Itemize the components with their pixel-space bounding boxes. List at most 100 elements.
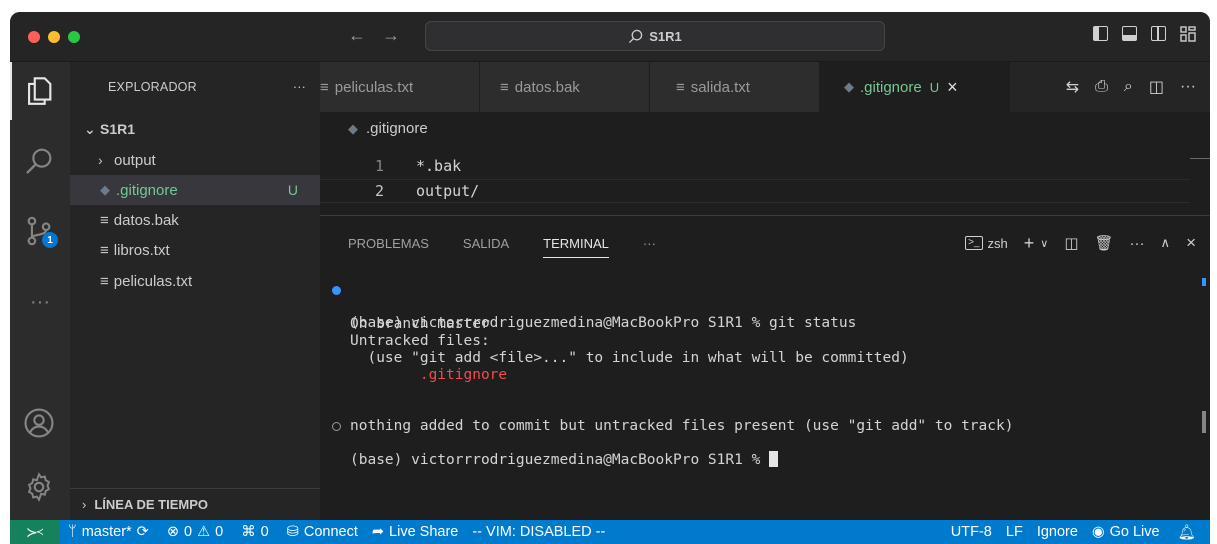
problems-indicator[interactable]: ⊗ 0 ⚠ 0 (167, 524, 223, 540)
breadcrumb-file[interactable]: .gitignore (366, 120, 428, 137)
close-tab-button[interactable]: × (947, 77, 958, 98)
panel-more-tabs[interactable]: ··· (643, 236, 656, 251)
git-file-icon: ◆ (844, 79, 854, 94)
broadcast-icon: ◉ (1091, 524, 1105, 540)
vscode-window: ← → S1R1 1 ··· EXPLORADOR ··· ⌄ S1R1 › o… (10, 12, 1210, 544)
terminal-line[interactable]: (base) victorrrodriguezmedina@MacBookPro… (320, 419, 779, 468)
ports-indicator[interactable]: ⌘ 0 (241, 524, 269, 540)
language-mode-button[interactable]: Ignore (1037, 524, 1078, 540)
terminal-overview-marker (1202, 278, 1206, 286)
maximize-window-button[interactable] (68, 31, 80, 43)
title-bar: ← → S1R1 (10, 12, 1210, 62)
explorer-header: EXPLORADOR ··· (70, 62, 320, 112)
code-line-1[interactable]: 1 *.bak (320, 154, 461, 178)
file-lines-icon: ≡ (320, 78, 329, 96)
minimize-window-button[interactable] (48, 31, 60, 43)
open-changes-icon[interactable]: ⇆ (1066, 77, 1079, 97)
tab-label: peliculas.txt (334, 78, 414, 96)
gear-icon[interactable] (22, 470, 58, 506)
tree-item-datos-bak[interactable]: ≡ datos.bak (70, 205, 320, 235)
terminal-text: (use "git add <file>..." to include in w… (350, 350, 909, 366)
notifications-bell-icon[interactable]: 🔔︎ (1178, 524, 1196, 541)
explorer-icon[interactable] (22, 74, 58, 110)
terminal-cursor (769, 451, 779, 467)
tree-root-folder[interactable]: ⌄ S1R1 (70, 114, 320, 144)
panel-more-icon[interactable]: ··· (1130, 235, 1145, 252)
chevron-down-icon[interactable]: ∨ (1040, 237, 1048, 250)
command-success-dot-icon (332, 286, 341, 295)
toggle-secondary-sidebar-icon[interactable] (1151, 26, 1166, 41)
layout-controls (1093, 26, 1196, 42)
ports-count: 0 (260, 524, 269, 540)
explorer-more-button[interactable]: ··· (293, 80, 306, 94)
search-icon[interactable] (22, 144, 58, 180)
tree-item-output[interactable]: › output (70, 145, 320, 175)
chevron-down-icon: ⌄ (84, 120, 96, 137)
eol-label: LF (1005, 524, 1023, 540)
tree-item-gitignore[interactable]: ◆ .gitignore U (70, 175, 320, 205)
line-text: *.bak (416, 157, 462, 175)
terminal-text: .gitignore (350, 367, 508, 383)
new-terminal-icon[interactable]: + (1024, 233, 1035, 254)
tab-salida-txt[interactable]: ≡ salida.txt (650, 62, 820, 112)
tab-gitignore[interactable]: ◆ .gitignore U × (820, 62, 1010, 112)
minimap[interactable] (1190, 158, 1210, 159)
tab-datos-bak[interactable]: ≡ datos.bak (480, 62, 650, 112)
split-terminal-icon[interactable]: ◫ (1064, 234, 1078, 252)
terminal-scrollbar[interactable] (1202, 411, 1206, 433)
tab-label: salida.txt (690, 78, 750, 96)
toggle-primary-sidebar-icon[interactable] (1093, 26, 1108, 41)
encoding-button[interactable]: UTF-8 (951, 524, 992, 540)
tree-item-label: datos.bak (113, 211, 179, 229)
go-live-button[interactable]: ◉ Go Live (1092, 524, 1160, 540)
close-window-button[interactable] (28, 31, 40, 43)
tab-peliculas-txt[interactable]: ≡ peliculas.txt (320, 62, 480, 112)
command-center-search[interactable]: S1R1 (425, 21, 885, 51)
eol-button[interactable]: LF (1006, 524, 1023, 540)
tab-problemas[interactable]: PROBLEMAS (348, 236, 429, 251)
timeline-section-header[interactable]: › LÍNEA DE TIEMPO (70, 488, 320, 520)
tree-item-libros-txt[interactable]: ≡ libros.txt (70, 235, 320, 265)
close-panel-icon[interactable]: × (1186, 233, 1196, 253)
tree-item-peliculas-txt[interactable]: ≡ peliculas.txt (70, 266, 320, 296)
remote-indicator-icon[interactable]: ≻ ≺ (10, 520, 60, 544)
back-arrow-icon[interactable]: ← (348, 25, 366, 46)
error-count: 0 (183, 524, 193, 540)
tab-label: datos.bak (514, 78, 580, 96)
terminal-line: On branch master (320, 300, 490, 332)
live-share-button[interactable]: ➦ Live Share (372, 524, 458, 540)
forward-arrow-icon[interactable]: → (382, 25, 400, 46)
terminal-text: nothing added to commit but untracked fi… (350, 418, 1014, 434)
source-control-icon[interactable]: 1 (22, 214, 58, 250)
tab-terminal[interactable]: TERMINAL (543, 236, 609, 258)
vim-label: -- VIM: DISABLED -- (472, 524, 606, 540)
file-lines-icon: ≡ (100, 211, 109, 229)
print-icon[interactable]: ⎙ (1095, 78, 1108, 96)
sync-icon: ⟳ (136, 524, 149, 540)
shell-name: zsh (987, 235, 1008, 251)
trash-icon[interactable]: 🗑 (1095, 234, 1114, 252)
terminal-prompt: (base) victorrrodriguezmedina@MacBookPro… (350, 451, 779, 468)
more-actions-icon[interactable]: ··· (1180, 78, 1196, 96)
code-line-2[interactable]: 2 output/ (320, 179, 1190, 203)
file-lines-icon: ≡ (676, 78, 685, 96)
more-views-icon[interactable]: ··· (22, 284, 58, 320)
split-editor-icon[interactable]: ◫ (1149, 77, 1164, 97)
panel-actions: >_ zsh + ∨ ◫ 🗑 ··· ∧ × (965, 216, 1196, 270)
preview-icon[interactable]: ⌕ (1124, 78, 1133, 96)
file-lines-icon: ≡ (500, 78, 509, 96)
tab-label: .gitignore (860, 78, 922, 96)
connect-label: Connect (303, 524, 358, 540)
tab-salida[interactable]: SALIDA (463, 236, 509, 251)
connect-button[interactable]: ⛁ Connect (287, 524, 358, 540)
branch-indicator[interactable]: ᛘ master* ⟳ (68, 524, 149, 540)
toggle-panel-icon[interactable] (1122, 26, 1137, 41)
tree-item-label: .gitignore (116, 181, 178, 199)
customize-layout-icon[interactable] (1180, 26, 1196, 42)
maximize-panel-icon[interactable]: ∧ (1161, 235, 1171, 251)
terminal-shell-selector[interactable]: >_ zsh (965, 236, 1008, 251)
scm-badge: 1 (42, 232, 58, 248)
account-icon[interactable] (22, 406, 58, 442)
warning-count: 0 (215, 524, 224, 540)
file-lines-icon: ≡ (100, 272, 109, 290)
